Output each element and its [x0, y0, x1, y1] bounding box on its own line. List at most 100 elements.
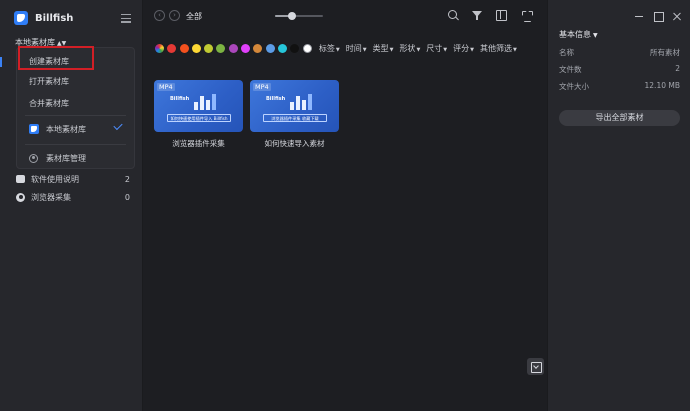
color-swatch[interactable]	[253, 43, 263, 53]
color-swatch[interactable]	[265, 43, 275, 53]
browser-icon	[16, 192, 25, 202]
brand: Billfish	[14, 11, 73, 25]
chart-graphic-icon	[290, 92, 312, 110]
menu-icon[interactable]	[121, 14, 131, 23]
color-swatch[interactable]	[216, 43, 226, 53]
color-swatch[interactable]	[302, 43, 312, 53]
thumbnail-banner: 如何快速使用插件导入 Billfish	[167, 114, 231, 122]
dropdown-divider	[25, 115, 126, 116]
info-row-file-count: 文件数 2	[559, 64, 680, 76]
caret-icon: ▼	[513, 46, 517, 53]
check-icon	[113, 120, 123, 131]
color-swatch[interactable]	[167, 43, 177, 53]
top-toolbar: ‹ › 全部	[143, 0, 547, 33]
color-swatch[interactable]	[204, 43, 214, 53]
search-icon[interactable]	[448, 10, 459, 21]
info-row-file-size: 文件大小 12.10 MB	[559, 81, 680, 93]
billfish-logo-icon	[14, 11, 28, 25]
back-button[interactable]: ‹	[154, 10, 165, 21]
color-swatch[interactable]	[179, 43, 189, 53]
info-value: 所有素材	[650, 48, 680, 57]
sidebar-item-label: 软件使用说明	[31, 174, 79, 184]
color-swatch[interactable]	[228, 43, 238, 53]
sidebar-item-help[interactable]: 软件使用说明 2	[16, 172, 134, 186]
filter-dropdown[interactable]: 尺寸▼	[426, 43, 447, 54]
color-swatch[interactable]	[290, 43, 300, 53]
info-key: 名称	[559, 48, 574, 57]
help-folder-icon	[16, 175, 25, 183]
sidebar: Billfish 本地素材库 ▲▼ 创建素材库 打开素材库 合并素材库 本地素材库…	[0, 0, 143, 411]
filter-dropdown-label: 时间	[345, 43, 362, 53]
thumbnail-brand: Billfish	[170, 96, 190, 102]
dropdown-merge-label: 合并素材库	[29, 98, 69, 108]
asset-thumbnail[interactable]: MP4 Billfish 浏览器插件采集 收藏下载	[250, 80, 339, 132]
caret-icon: ▼	[389, 46, 394, 53]
layout-icon[interactable]	[496, 10, 507, 21]
dropdown-open-library[interactable]: 打开素材库	[17, 70, 134, 92]
filter-dropdown-label: 类型	[372, 43, 389, 53]
info-panel-title[interactable]: 基本信息 ▼	[559, 29, 598, 40]
sidebar-item-count: 0	[124, 192, 130, 202]
info-panel: 基本信息 ▼ 名称 所有素材 文件数 2 文件大小 12.10 MB 导出全部素材	[547, 0, 690, 411]
zoom-slider[interactable]	[275, 12, 323, 20]
filter-dropdown[interactable]: 评分▼	[453, 43, 474, 54]
dropdown-manage-label: 素材库管理	[46, 153, 86, 163]
minimize-icon[interactable]	[634, 11, 644, 21]
zoom-slider-handle[interactable]	[287, 12, 296, 20]
sidebar-item-count: 2	[124, 174, 130, 184]
breadcrumb: 全部	[186, 12, 202, 21]
dropdown-merge-library[interactable]: 合并素材库	[17, 92, 134, 114]
import-button[interactable]	[527, 358, 544, 375]
caret-icon: ▼	[593, 32, 598, 39]
color-swatch[interactable]	[191, 43, 201, 53]
skin-icon[interactable]	[521, 10, 532, 21]
filter-dropdown-label: 尺寸	[426, 43, 443, 53]
format-badge: MP4	[157, 83, 175, 91]
info-key: 文件大小	[559, 82, 589, 91]
asset-card[interactable]: MP4 Billfish 如何快速使用插件导入 Billfish 浏览器插件采集	[154, 80, 243, 149]
info-value: 2	[675, 64, 680, 73]
maximize-icon[interactable]	[653, 11, 664, 22]
thumbnail-banner: 浏览器插件采集 收藏下载	[263, 114, 327, 122]
caret-icon: ▼	[416, 46, 421, 53]
export-all-button[interactable]: 导出全部素材	[559, 110, 680, 126]
filter-dropdown-label: 标签	[318, 43, 335, 53]
dropdown-manage-library[interactable]: 素材库管理	[17, 147, 134, 169]
info-value: 12.10 MB	[644, 81, 680, 90]
app-name: Billfish	[35, 12, 74, 24]
filter-dropdown[interactable]: 其他筛选▼	[480, 43, 517, 54]
filter-dropdown[interactable]: 时间▼	[346, 43, 367, 54]
sidebar-item-label: 浏览器采集	[31, 192, 71, 202]
chart-graphic-icon	[194, 92, 216, 110]
asset-thumbnail[interactable]: MP4 Billfish 如何快速使用插件导入 Billfish	[154, 80, 243, 132]
dropdown-local-library[interactable]: 本地素材库	[17, 118, 134, 140]
active-indicator	[0, 57, 2, 67]
filter-dropdown[interactable]: 形状▼	[399, 43, 420, 54]
info-key: 文件数	[559, 65, 582, 74]
color-swatch[interactable]	[277, 43, 287, 53]
filter-icon[interactable]	[472, 10, 483, 21]
format-badge: MP4	[253, 83, 271, 91]
filter-dropdown-label: 评分	[453, 43, 470, 53]
filter-dropdown[interactable]: 类型▼	[373, 43, 394, 54]
sidebar-item-browser-collect[interactable]: 浏览器采集 0	[16, 190, 134, 204]
filter-dropdown-label: 其他筛选	[480, 43, 513, 53]
dropdown-open-label: 打开素材库	[29, 76, 69, 86]
caret-icon: ▼	[335, 46, 340, 53]
info-panel-title-label: 基本信息	[559, 30, 591, 39]
filter-bar: 标签▼ 时间▼ 类型▼ 形状▼ 尺寸▼ 评分▼ 其他筛选▼	[155, 41, 519, 55]
dropdown-local-label: 本地素材库	[46, 124, 86, 134]
color-filter-all[interactable]	[155, 43, 164, 53]
forward-button[interactable]: ›	[169, 10, 180, 21]
dropdown-divider	[25, 144, 126, 145]
caret-icon: ▼	[362, 46, 367, 53]
filter-dropdown[interactable]: 标签▼	[319, 43, 340, 54]
close-icon[interactable]	[672, 11, 682, 21]
asset-title: 如何快速导入素材	[264, 139, 325, 148]
asset-card[interactable]: MP4 Billfish 浏览器插件采集 收藏下载 如何快速导入素材	[250, 80, 339, 149]
thumbnail-brand: Billfish	[266, 96, 286, 102]
gear-icon	[29, 153, 38, 163]
color-swatch[interactable]	[241, 43, 251, 53]
caret-icon: ▼	[443, 46, 448, 53]
highlight-annotation	[18, 46, 94, 70]
